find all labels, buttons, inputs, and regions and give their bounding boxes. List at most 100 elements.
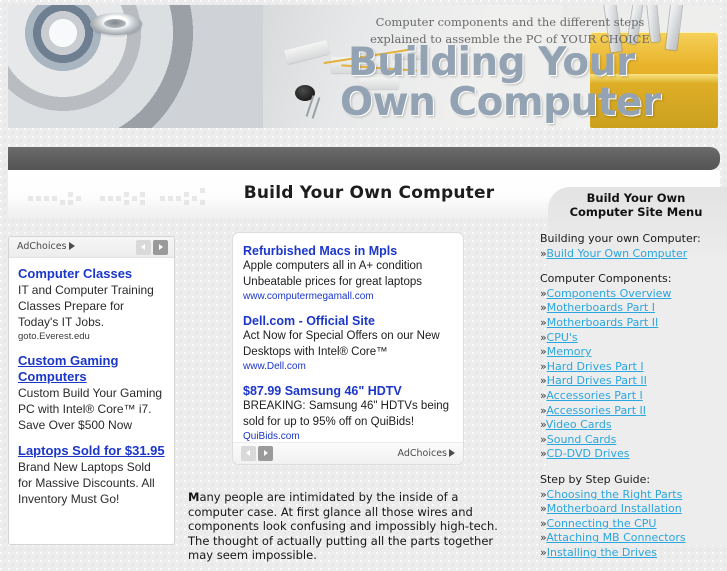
ad-title-link[interactable]: Dell.com - Official Site xyxy=(243,313,453,329)
sidebar-group-title: Building your own Computer: xyxy=(540,232,701,245)
sidebar-item-cpu-s[interactable]: »CPU's xyxy=(540,331,727,346)
ad-item[interactable]: Computer Classes IT and Computer Training… xyxy=(18,266,165,343)
sidebar-item-label[interactable]: Installing the Drives xyxy=(547,546,657,559)
screwdriver-icon xyxy=(665,5,686,51)
sidebar-item-label[interactable]: CD-DVD Drives xyxy=(547,447,630,460)
sidebar-item-label[interactable]: Accessories Part I xyxy=(546,389,642,402)
ad-description: Act Now for Special Offers on our New De… xyxy=(243,330,440,358)
sidebar-item-choosing-the-right-parts[interactable]: »Choosing the Right Parts xyxy=(540,488,727,503)
capacitor-leg xyxy=(311,97,321,119)
chevron-right-icon: » xyxy=(540,315,547,329)
ad-item[interactable]: Custom Gaming Computers Custom Build Your… xyxy=(18,353,165,433)
ad-title-link[interactable]: Computer Classes xyxy=(18,266,165,282)
prev-ad-button[interactable] xyxy=(136,240,151,255)
sidebar-item-label[interactable]: Accessories Part II xyxy=(546,404,646,417)
chevron-right-icon: » xyxy=(540,545,547,559)
ad-description: Apple computers all in A+ condition Unbe… xyxy=(243,260,423,288)
sidebar-item-build-your-own-computer[interactable]: »Build Your Own Computer xyxy=(540,247,727,262)
sidebar-group-title: Step by Step Guide: xyxy=(540,472,651,486)
sidebar-item-label[interactable]: Motherboards Part I xyxy=(547,301,655,314)
ad-description: Custom Build Your Gaming PC with Intel® … xyxy=(18,386,163,432)
sidebar-group: Step by Step Guide: »Choosing the Right P… xyxy=(540,473,727,561)
platter-hub xyxy=(90,13,142,35)
sidebar-item-video-cards[interactable]: »Video Cards xyxy=(540,418,727,433)
article-paragraph-text: any people are intimidated by the inside… xyxy=(188,490,498,563)
adchoices-link[interactable]: AdChoices xyxy=(398,448,455,459)
ad-title-link[interactable]: Laptops Sold for $31.95 xyxy=(18,443,165,459)
sidebar-menu: Building your own Computer: »Build Your O… xyxy=(540,232,727,571)
banner-subtitle-line1: Computer components and the different st… xyxy=(375,15,645,29)
chip-shape xyxy=(283,39,331,65)
sidebar-item-connecting-the-cpu[interactable]: »Connecting the CPU xyxy=(540,517,727,532)
center-ad-footer: AdChoices xyxy=(233,442,463,464)
banner-title-line1: Building Your xyxy=(348,40,635,85)
sidebar-heading-line1: Build Your Own xyxy=(586,191,686,205)
sidebar-item-motherboards-part-i[interactable]: »Motherboards Part I xyxy=(540,301,727,316)
sidebar-item-sound-cards[interactable]: »Sound Cards xyxy=(540,433,727,448)
sidebar-item-accessories-part-ii[interactable]: »Accessories Part II xyxy=(540,404,727,419)
sidebar-item-label[interactable]: Motherboard Installation xyxy=(547,502,682,515)
sidebar-heading: Build Your Own Computer Site Menu xyxy=(552,191,720,219)
adchoices-icon xyxy=(449,449,455,457)
sidebar-item-installing-the-drives[interactable]: »Installing the Drives xyxy=(540,546,727,561)
ad-item[interactable]: Dell.com - Official Site Act Now for Spec… xyxy=(243,313,453,374)
left-ad-list: Computer Classes IT and Computer Training… xyxy=(9,258,174,507)
ad-title-link[interactable]: $87.99 Samsung 46" HDTV xyxy=(243,383,453,399)
sidebar-item-label[interactable]: Build Your Own Computer xyxy=(546,247,687,260)
sidebar-item-motherboards-part-ii[interactable]: »Motherboards Part II xyxy=(540,316,727,331)
sidebar-item-label[interactable]: CPU's xyxy=(547,331,578,344)
adchoices-icon xyxy=(68,242,75,250)
chevron-right-icon: » xyxy=(540,374,547,388)
site-header-banner: Computer components and the different st… xyxy=(8,5,720,128)
left-ad-arrows xyxy=(134,240,168,259)
ad-display-url[interactable]: www.computermegamall.com xyxy=(243,290,453,304)
nav-strip xyxy=(8,147,720,170)
sidebar-item-accessories-part-i[interactable]: »Accessories Part I xyxy=(540,389,727,404)
sidebar-item-label[interactable]: Components Overview xyxy=(547,287,672,300)
next-ad-button[interactable] xyxy=(258,446,273,461)
chevron-right-icon: » xyxy=(540,301,547,315)
sidebar-item-attaching-mb-connectors[interactable]: »Attaching MB Connectors xyxy=(540,531,727,546)
sidebar-item-motherboard-installation[interactable]: »Motherboard Installation xyxy=(540,502,727,517)
ad-display-url[interactable]: www.Dell.com xyxy=(243,360,453,374)
chevron-right-icon: » xyxy=(540,502,547,516)
sidebar-item-label[interactable]: Hard Drives Part I xyxy=(547,360,644,373)
sidebar-item-hard-drives-part-i[interactable]: »Hard Drives Part I xyxy=(540,360,727,375)
prev-ad-button[interactable] xyxy=(241,446,256,461)
ad-item[interactable]: $87.99 Samsung 46" HDTV BREAKING: Samsung… xyxy=(243,383,453,444)
sidebar-group-title: Computer Components: xyxy=(540,272,672,286)
dropcap: M xyxy=(188,490,200,504)
left-ad-header: AdChoices xyxy=(9,237,174,258)
sidebar-item-hard-drives-part-ii[interactable]: »Hard Drives Part II xyxy=(540,374,727,389)
center-ad-unit: Refurbished Macs in Mpls Apple computers … xyxy=(232,232,464,465)
ad-title-link[interactable]: Custom Gaming Computers xyxy=(18,353,165,385)
sidebar-item-label[interactable]: Video Cards xyxy=(546,418,612,431)
sidebar-group: Computer Components: »Components Overview… xyxy=(540,272,727,462)
ad-description: IT and Computer Training Classes Prepare… xyxy=(18,283,154,329)
sidebar-item-components-overview[interactable]: »Components Overview xyxy=(540,287,727,302)
sidebar-heading-line2: Computer Site Menu xyxy=(569,205,703,219)
sidebar-item-label[interactable]: Choosing the Right Parts xyxy=(547,488,683,501)
ad-display-url[interactable]: goto.Everest.edu xyxy=(18,330,165,343)
next-ad-button[interactable] xyxy=(153,240,168,255)
sidebar-item-label[interactable]: Hard Drives Part II xyxy=(547,374,647,387)
ad-description: Brand New Laptops Sold for Massive Disco… xyxy=(18,460,155,506)
ad-item[interactable]: Laptops Sold for $31.95 Brand New Laptops… xyxy=(18,443,165,507)
ad-item[interactable]: Refurbished Macs in Mpls Apple computers … xyxy=(243,243,453,304)
center-ad-list: Refurbished Macs in Mpls Apple computers … xyxy=(233,233,463,444)
ad-title-link[interactable]: Refurbished Macs in Mpls xyxy=(243,243,453,259)
sidebar-group: Building your own Computer: »Build Your O… xyxy=(540,232,727,261)
sidebar-item-memory[interactable]: »Memory xyxy=(540,345,727,360)
banner-title: Building Your Own Computer xyxy=(340,40,668,123)
sidebar-item-cd-dvd-drives[interactable]: »CD-DVD Drives xyxy=(540,447,727,462)
hard-drive-platter-image xyxy=(8,5,298,128)
sidebar-item-label[interactable]: Connecting the CPU xyxy=(547,517,657,530)
adchoices-link[interactable]: AdChoices xyxy=(17,241,75,252)
sidebar-item-label[interactable]: Memory xyxy=(547,345,592,358)
sidebar-item-label[interactable]: Motherboards Part II xyxy=(547,316,659,329)
sidebar-item-label[interactable]: Attaching MB Connectors xyxy=(546,531,685,544)
article-paragraph: Many people are intimidated by the insid… xyxy=(188,490,513,563)
chevron-right-icon: » xyxy=(540,432,547,446)
sidebar-item-label[interactable]: Sound Cards xyxy=(547,433,617,446)
chevron-right-icon: » xyxy=(540,359,547,373)
